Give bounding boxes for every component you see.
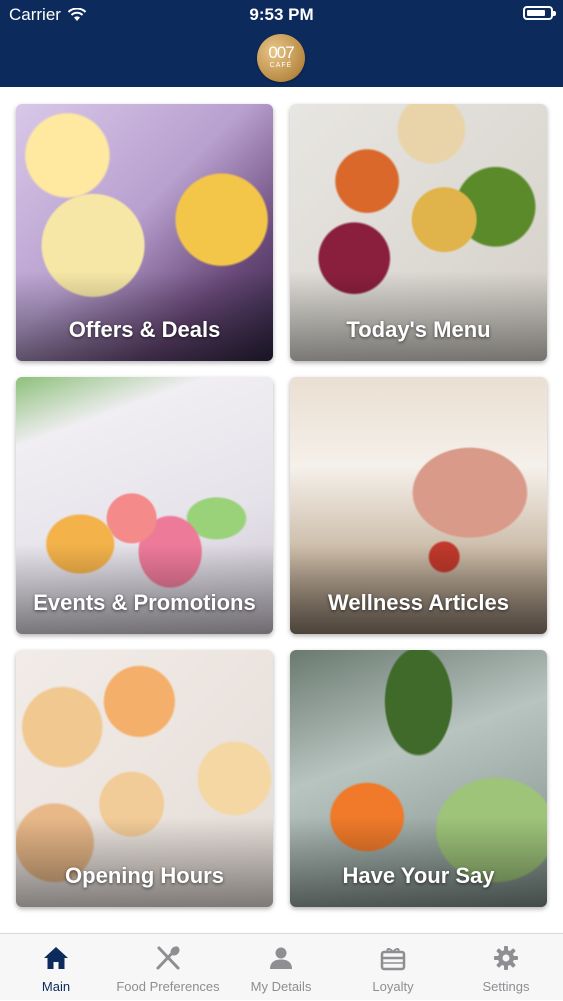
tile-shade	[290, 817, 547, 907]
tab-label: My Details	[250, 979, 312, 994]
tab-label: Settings	[482, 979, 530, 994]
tab-food-preferences[interactable]: Food Preferences	[112, 934, 224, 1001]
cafe-logo: 007 CAFÉ	[257, 34, 305, 82]
gear-icon	[494, 946, 518, 970]
tab-label: Loyalty	[372, 979, 414, 994]
tab-bar: Main Food Preferences My Details Loyalty	[0, 933, 563, 1000]
navigation-header: Carrier 9:53 PM 007 CAFÉ	[0, 0, 563, 87]
battery-level	[527, 10, 545, 16]
status-bar: Carrier 9:53 PM	[0, 0, 563, 30]
tab-label: Food Preferences	[116, 979, 220, 994]
tab-my-details[interactable]: My Details	[225, 934, 337, 1001]
tile-offers-deals[interactable]: Offers & Deals	[16, 104, 273, 361]
home-icon	[44, 947, 68, 969]
tile-events-promotions[interactable]: Events & Promotions	[16, 377, 273, 634]
tile-wellness-articles[interactable]: Wellness Articles	[290, 377, 547, 634]
person-icon	[270, 947, 292, 969]
tile-label: Events & Promotions	[33, 590, 256, 615]
tile-opening-hours[interactable]: Opening Hours	[16, 650, 273, 907]
tab-settings[interactable]: Settings	[450, 934, 562, 1001]
tile-shade	[16, 271, 273, 361]
tile-label: Wellness Articles	[328, 590, 509, 615]
tile-label: Offers & Deals	[68, 317, 221, 342]
tab-loyalty[interactable]: Loyalty	[337, 934, 449, 1001]
tab-label: Main	[41, 979, 71, 994]
tile-label: Opening Hours	[65, 863, 224, 888]
gift-card-icon	[380, 948, 406, 971]
tile-label: Have Your Say	[342, 863, 495, 888]
tile-label: Today's Menu	[346, 317, 491, 342]
status-time: 9:53 PM	[249, 5, 314, 24]
tab-main[interactable]: Main	[0, 934, 112, 1001]
tile-have-your-say[interactable]: Have Your Say	[290, 650, 547, 907]
tile-shade	[290, 544, 547, 634]
tile-shade	[16, 817, 273, 907]
battery-icon	[523, 6, 556, 20]
tile-shade	[290, 271, 547, 361]
fork-knife-icon	[156, 946, 180, 970]
tile-todays-menu[interactable]: Today's Menu	[290, 104, 547, 361]
logo-number: 007	[268, 43, 294, 62]
tile-shade	[16, 544, 273, 634]
logo-subtitle: CAFÉ	[269, 62, 293, 69]
